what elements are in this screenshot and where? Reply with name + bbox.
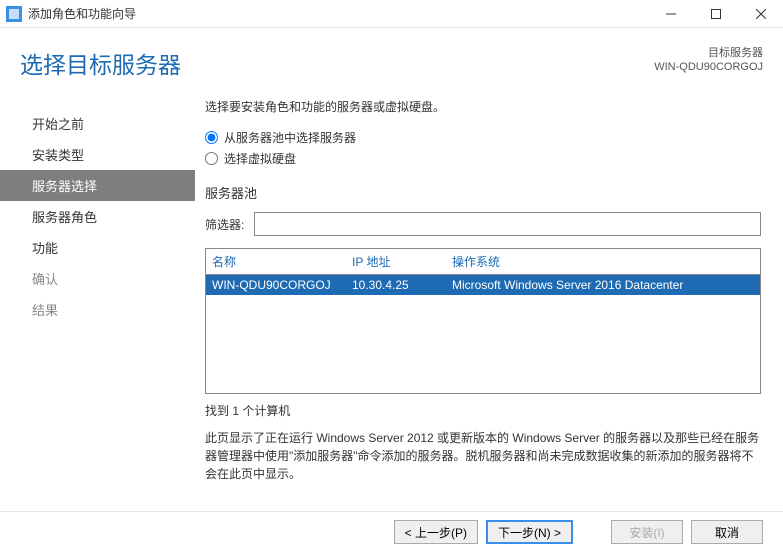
next-button[interactable]: 下一步(N) >: [486, 520, 573, 544]
titlebar: 添加角色和功能向导: [0, 0, 783, 28]
filter-row: 筛选器:: [205, 212, 761, 236]
close-button[interactable]: [738, 0, 783, 27]
nav-server-selection[interactable]: 服务器选择: [0, 170, 195, 201]
radio-server-pool-label[interactable]: 从服务器池中选择服务器: [224, 129, 356, 146]
wizard-icon: [6, 6, 22, 22]
nav-features[interactable]: 功能: [0, 232, 195, 263]
col-header-ip[interactable]: IP 地址: [352, 253, 452, 270]
table-header: 名称 IP 地址 操作系统: [206, 249, 760, 275]
description-text: 此页显示了正在运行 Windows Server 2012 或更新版本的 Win…: [205, 429, 761, 483]
instruction-text: 选择要安装角色和功能的服务器或虚拟硬盘。: [205, 98, 761, 115]
nav-install-type[interactable]: 安装类型: [0, 139, 195, 170]
nav-server-roles[interactable]: 服务器角色: [0, 201, 195, 232]
radio-vhd[interactable]: [205, 152, 218, 165]
server-table: 名称 IP 地址 操作系统 WIN-QDU90CORGOJ 10.30.4.25…: [205, 248, 761, 394]
page-title: 选择目标服务器: [20, 46, 181, 80]
cell-os: Microsoft Windows Server 2016 Datacenter: [452, 278, 754, 292]
radio-vhd-label[interactable]: 选择虚拟硬盘: [224, 150, 296, 167]
server-pool-label: 服务器池: [205, 183, 761, 202]
cell-name: WIN-QDU90CORGOJ: [212, 278, 352, 292]
window-title: 添加角色和功能向导: [28, 5, 648, 22]
cancel-button[interactable]: 取消: [691, 520, 763, 544]
col-header-name[interactable]: 名称: [212, 253, 352, 270]
header: 选择目标服务器 目标服务器 WIN-QDU90CORGOJ: [0, 28, 783, 86]
destination-value: WIN-QDU90CORGOJ: [654, 60, 763, 74]
radio-group: 从服务器池中选择服务器 选择虚拟硬盘: [205, 129, 761, 167]
install-button: 安装(I): [611, 520, 683, 544]
filter-label: 筛选器:: [205, 216, 244, 233]
window-controls: [648, 0, 783, 27]
radio-server-pool[interactable]: [205, 131, 218, 144]
maximize-button[interactable]: [693, 0, 738, 27]
destination-label: 目标服务器: [654, 46, 763, 60]
col-header-os[interactable]: 操作系统: [452, 253, 754, 270]
nav-results: 结果: [0, 294, 195, 325]
table-row[interactable]: WIN-QDU90CORGOJ 10.30.4.25 Microsoft Win…: [206, 275, 760, 295]
footer: < 上一步(P) 下一步(N) > 安装(I) 取消: [0, 511, 783, 544]
minimize-button[interactable]: [648, 0, 693, 27]
nav-confirmation: 确认: [0, 263, 195, 294]
nav-before-begin[interactable]: 开始之前: [0, 108, 195, 139]
sidebar: 开始之前 安装类型 服务器选择 服务器角色 功能 确认 结果: [0, 86, 195, 506]
found-count: 找到 1 个计算机: [205, 402, 761, 419]
destination-server: 目标服务器 WIN-QDU90CORGOJ: [654, 46, 763, 75]
content: 选择要安装角色和功能的服务器或虚拟硬盘。 从服务器池中选择服务器 选择虚拟硬盘 …: [195, 86, 783, 506]
filter-input[interactable]: [254, 212, 761, 236]
cell-ip: 10.30.4.25: [352, 278, 452, 292]
prev-button[interactable]: < 上一步(P): [394, 520, 478, 544]
